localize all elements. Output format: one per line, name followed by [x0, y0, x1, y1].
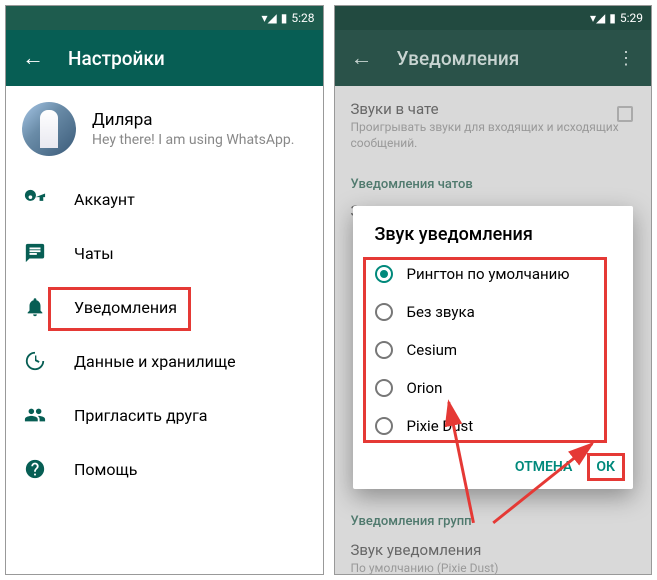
- profile-status: Hey there! I am using WhatsApp.: [92, 132, 307, 148]
- group-sound-row[interactable]: Звук уведомления По умолчанию (Pixie Dus…: [335, 535, 652, 575]
- chat-sounds-row[interactable]: Звуки в чате Проигрывать звуки для входя…: [335, 86, 652, 165]
- key-icon: [24, 188, 46, 210]
- row-subtitle: По умолчанию (Pixie Dust): [351, 561, 636, 575]
- settings-item-account[interactable]: Аккаунт: [6, 172, 323, 226]
- radio-option-orion[interactable]: Orion: [353, 369, 634, 407]
- menu-icon[interactable]: ⋮: [617, 48, 635, 69]
- settings-item-invite[interactable]: Пригласить друга: [6, 388, 323, 442]
- status-time: 5:29: [620, 11, 643, 25]
- battery-icon: ▮: [609, 11, 616, 25]
- settings-item-label: Чаты: [74, 244, 114, 263]
- settings-item-label: Помощь: [74, 460, 137, 479]
- row-title: Звук уведомления: [351, 541, 636, 559]
- profile-name: Диляра: [92, 110, 307, 130]
- radio-option-silent[interactable]: Без звука: [353, 293, 634, 331]
- page-title: Уведомления: [397, 47, 520, 70]
- settings-item-notifications[interactable]: Уведомления: [6, 280, 323, 334]
- dialog-title: Звук уведомления: [353, 224, 634, 255]
- status-bar: ▾◢ ▮ 5:28: [6, 6, 323, 30]
- settings-item-label: Пригласить друга: [74, 406, 208, 425]
- radio-icon: [375, 303, 393, 321]
- radio-list: Рингтон по умолчанию Без звука Cesium Or…: [353, 255, 634, 445]
- sound-dialog: Звук уведомления Рингтон по умолчанию Бе…: [353, 206, 634, 489]
- settings-item-label: Уведомления: [74, 298, 177, 317]
- cancel-button[interactable]: ОТМЕНА: [515, 459, 572, 475]
- help-icon: [24, 458, 46, 480]
- radio-icon: [375, 417, 393, 435]
- avatar: [22, 102, 76, 156]
- notifications-screen: ▾◢ ▮ 5:29 ← Уведомления ⋮ Звуки в чате П…: [334, 5, 653, 575]
- settings-item-help[interactable]: Помощь: [6, 442, 323, 496]
- radio-label: Рингтон по умолчанию: [407, 265, 570, 283]
- app-bar: ← Настройки: [6, 30, 323, 86]
- radio-option-default[interactable]: Рингтон по умолчанию: [353, 255, 634, 293]
- app-bar: ← Уведомления ⋮: [335, 30, 652, 86]
- content-area: Звуки в чате Проигрывать звуки для входя…: [335, 86, 652, 574]
- settings-item-data[interactable]: Данные и хранилище: [6, 334, 323, 388]
- settings-item-label: Данные и хранилище: [74, 352, 236, 371]
- battery-icon: ▮: [281, 11, 288, 25]
- profile-row[interactable]: Диляра Hey there! I am using WhatsApp.: [6, 86, 323, 172]
- invite-icon: [24, 404, 46, 426]
- wifi-icon: ▾◢: [261, 11, 276, 25]
- radio-label: Cesium: [407, 341, 458, 359]
- radio-label: Orion: [407, 379, 443, 397]
- wifi-icon: ▾◢: [590, 11, 605, 25]
- radio-icon: [375, 379, 393, 397]
- bell-icon: [24, 296, 46, 318]
- radio-icon: [375, 265, 393, 283]
- row-subtitle: Проигрывать звуки для входящих и исходящ…: [351, 120, 636, 151]
- settings-list: Аккаунт Чаты Уведомления Данные и хранил…: [6, 172, 323, 496]
- settings-screen: ▾◢ ▮ 5:28 ← Настройки Диляра Hey there! …: [5, 5, 324, 575]
- back-icon[interactable]: ←: [351, 45, 373, 71]
- chat-icon: [24, 242, 46, 264]
- radio-option-cesium[interactable]: Cesium: [353, 331, 634, 369]
- checkbox[interactable]: [617, 106, 633, 122]
- radio-option-pixie[interactable]: Pixie Dust: [353, 407, 634, 445]
- dialog-actions: ОТМЕНА ОК: [353, 445, 634, 481]
- ok-button[interactable]: ОК: [596, 459, 615, 475]
- status-bar: ▾◢ ▮ 5:29: [335, 6, 652, 30]
- status-time: 5:28: [291, 11, 314, 25]
- settings-item-chats[interactable]: Чаты: [6, 226, 323, 280]
- section-header-groups: Уведомления групп: [335, 502, 652, 535]
- row-title: Звуки в чате: [351, 100, 636, 118]
- radio-label: Без звука: [407, 303, 475, 321]
- back-icon[interactable]: ←: [22, 45, 44, 71]
- section-header: Уведомления чатов: [335, 165, 652, 198]
- radio-label: Pixie Dust: [407, 417, 474, 435]
- radio-icon: [375, 341, 393, 359]
- settings-item-label: Аккаунт: [74, 190, 135, 209]
- page-title: Настройки: [68, 47, 165, 70]
- data-icon: [24, 350, 46, 372]
